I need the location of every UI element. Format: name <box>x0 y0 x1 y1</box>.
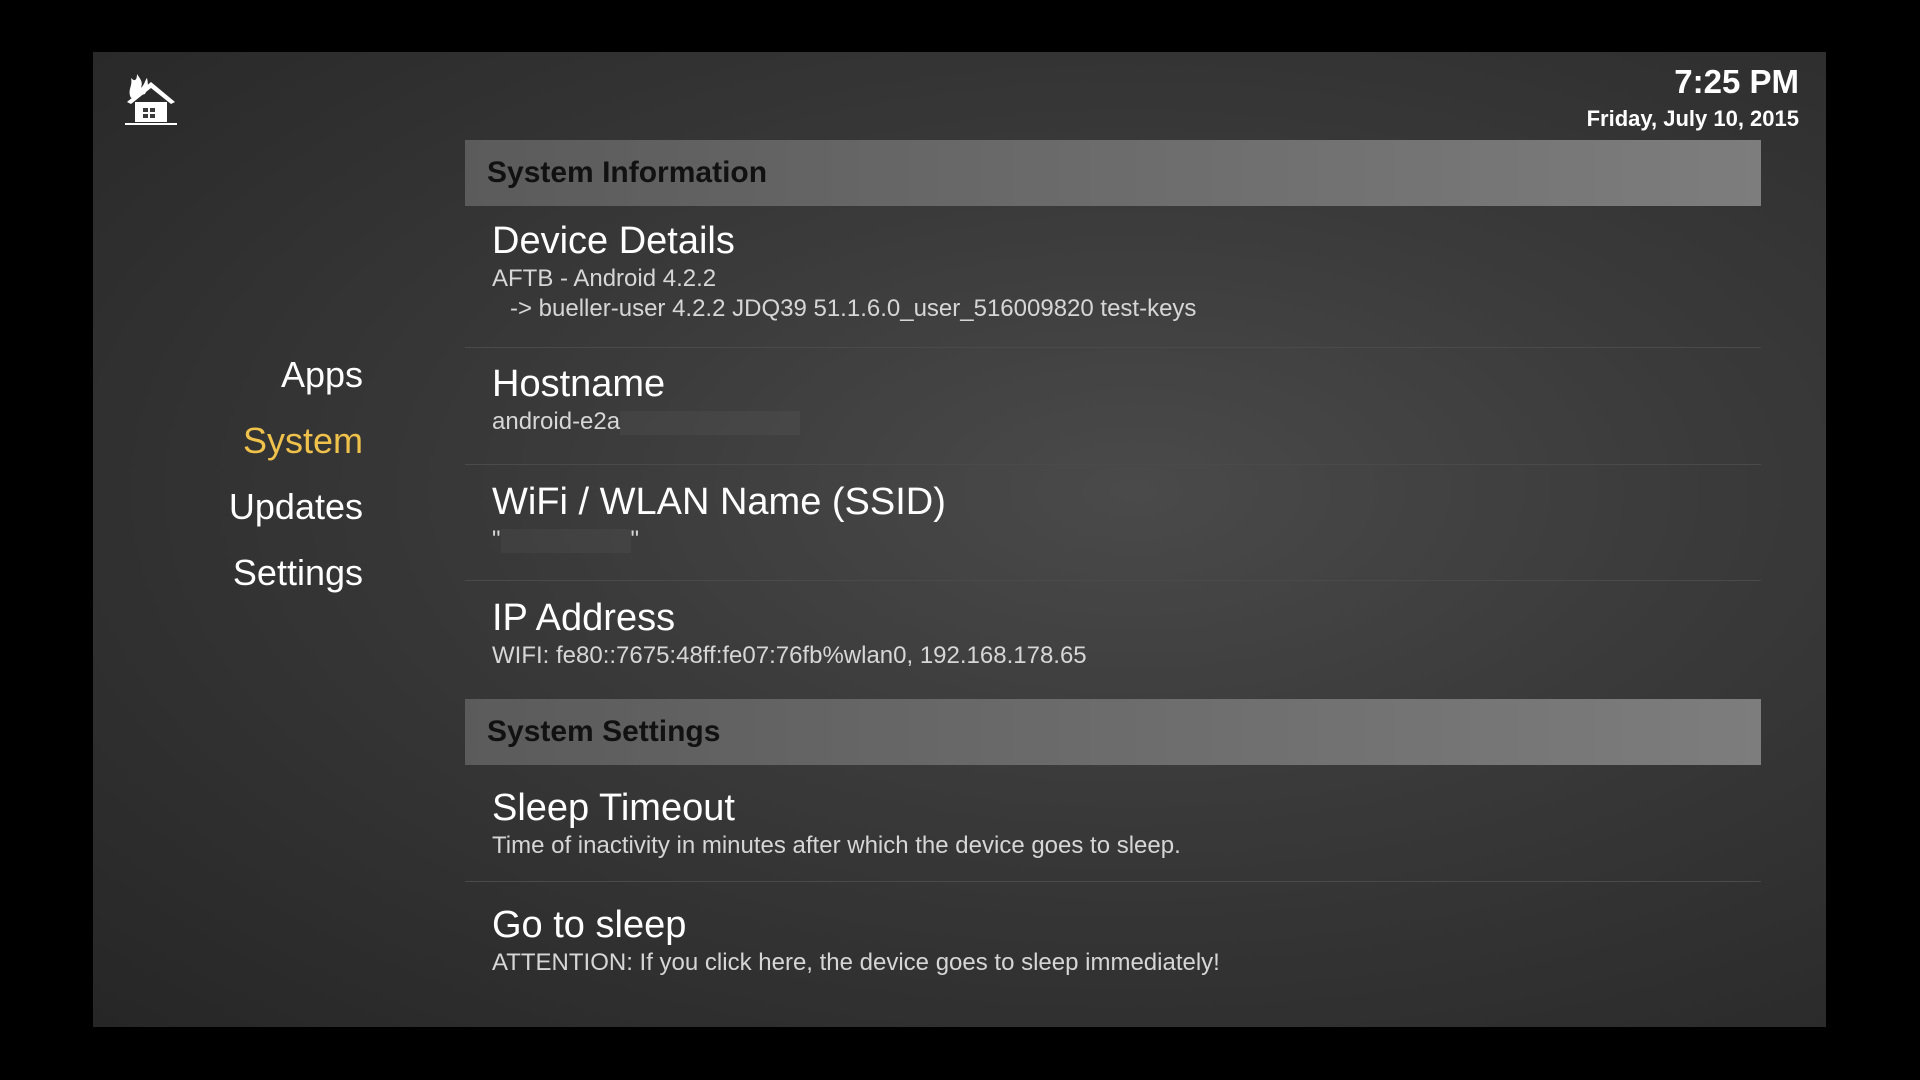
redacted-block <box>620 410 801 435</box>
hostname-title: Hostname <box>492 363 666 405</box>
content-list: System Information Device Details AFTB -… <box>465 140 1761 998</box>
sleep-timeout-description: Time of inactivity in minutes after whic… <box>492 832 1181 859</box>
app-screen: 7:25 PM Friday, July 10, 2015 Apps Syste… <box>93 52 1826 1027</box>
hostname-value: android-e2a <box>492 408 621 435</box>
sleep-timeout-entry[interactable]: Sleep Timeout Time of inactivity in minu… <box>465 765 1761 882</box>
home-fire-logo-icon <box>121 68 181 128</box>
nav-item-apps[interactable]: Apps <box>93 342 363 408</box>
device-details-line2: -> bueller-user 4.2.2 JDQ39 51.1.6.0_use… <box>510 295 1197 322</box>
hostname-entry[interactable]: Hostname android-e2a <box>465 348 1761 465</box>
device-details-entry[interactable]: Device Details AFTB - Android 4.2.2 -> b… <box>465 206 1761 348</box>
wifi-ssid-value-row: " " <box>492 525 1761 555</box>
clock-time: 7:25 PM <box>1674 63 1799 100</box>
hostname-value-row: android-e2a <box>492 407 1761 437</box>
section-header-system-information: System Information <box>465 140 1761 206</box>
sidebar-nav: Apps System Updates Settings <box>93 342 363 606</box>
go-to-sleep-description: ATTENTION: If you click here, the device… <box>492 949 1220 976</box>
device-details-title: Device Details <box>492 220 735 262</box>
wifi-ssid-close-quote: " <box>630 526 640 553</box>
nav-item-updates[interactable]: Updates <box>93 474 363 540</box>
sleep-timeout-title: Sleep Timeout <box>492 787 735 829</box>
go-to-sleep-title: Go to sleep <box>492 904 687 946</box>
ip-address-title: IP Address <box>492 597 676 639</box>
nav-item-settings[interactable]: Settings <box>93 540 363 606</box>
ip-address-value: WIFI: fe80::7675:48ff:fe07:76fb%wlan0, 1… <box>492 642 1087 669</box>
wifi-ssid-open-quote: " <box>492 526 501 553</box>
wifi-ssid-entry[interactable]: WiFi / WLAN Name (SSID) " " <box>465 465 1761 581</box>
section-header-system-settings: System Settings <box>465 699 1761 765</box>
ip-address-entry[interactable]: IP Address WIFI: fe80::7675:48ff:fe07:76… <box>465 581 1761 699</box>
clock: 7:25 PM Friday, July 10, 2015 <box>1587 60 1799 134</box>
go-to-sleep-entry[interactable]: Go to sleep ATTENTION: If you click here… <box>465 882 1761 998</box>
redacted-block <box>500 528 631 553</box>
device-details-line1: AFTB - Android 4.2.2 <box>492 265 717 292</box>
clock-date: Friday, July 10, 2015 <box>1586 106 1799 131</box>
wifi-ssid-title: WiFi / WLAN Name (SSID) <box>492 481 946 523</box>
nav-item-system[interactable]: System <box>93 408 363 474</box>
